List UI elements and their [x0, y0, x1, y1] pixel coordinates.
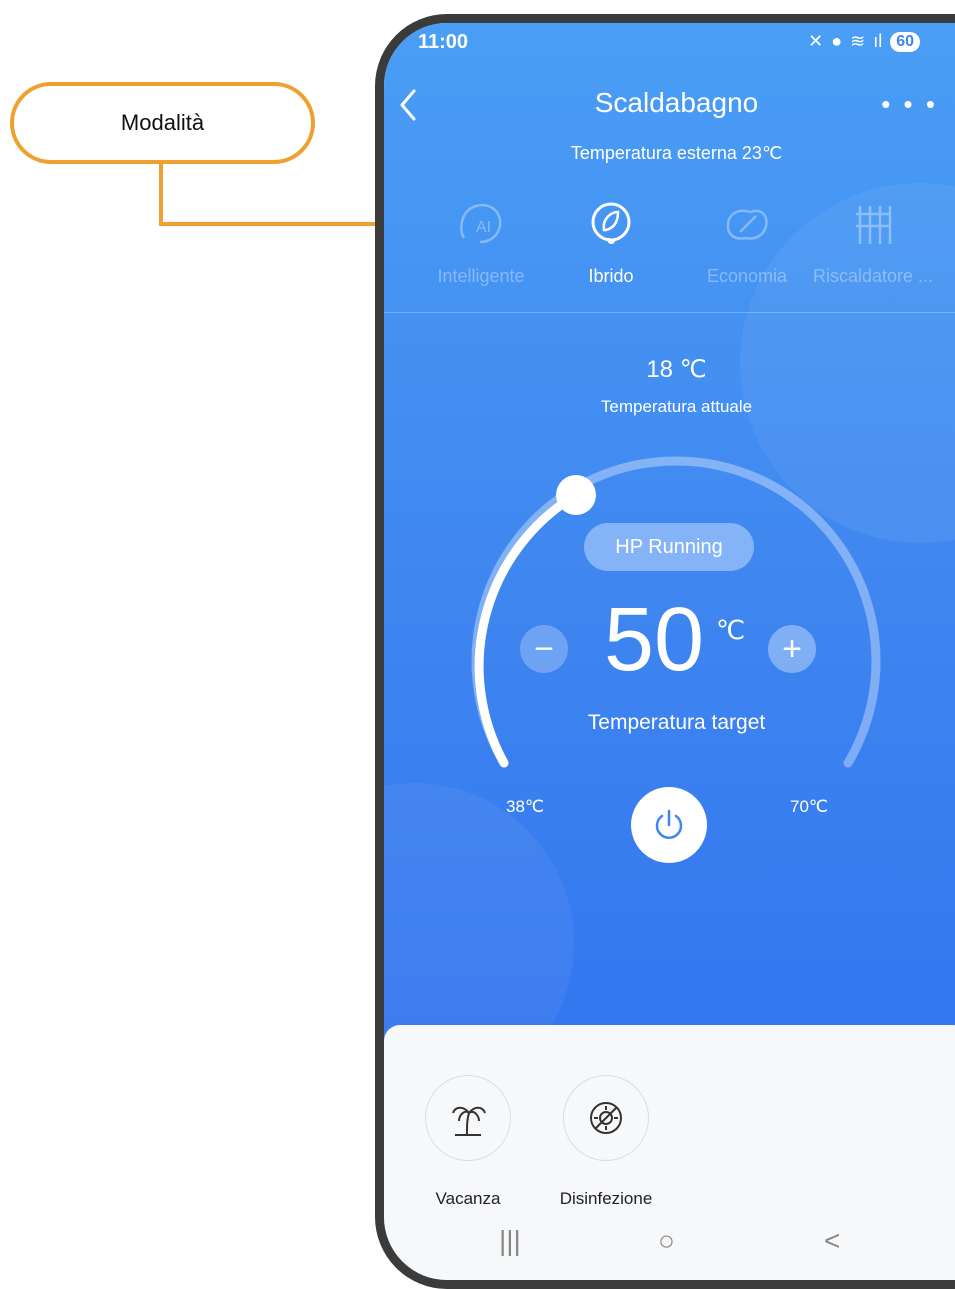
function-vacanza[interactable]: Vacanza: [408, 1075, 528, 1209]
callout-label: Modalità: [120, 110, 205, 135]
current-temperature-label: Temperatura attuale: [600, 397, 753, 416]
power-button[interactable]: [631, 787, 707, 863]
min-temp-label: 38℃: [506, 797, 545, 816]
max-temp-label: 70℃: [790, 797, 829, 816]
location-icon: ●: [831, 31, 843, 51]
palm-tree-icon: [425, 1075, 511, 1161]
heater-icon: [808, 198, 938, 252]
hybrid-leaf-icon: [546, 198, 676, 252]
mode-ibrido[interactable]: Ibrido: [546, 198, 676, 287]
function-disinfezione[interactable]: Disinfezione: [546, 1075, 666, 1209]
nav-back[interactable]: <: [824, 1225, 840, 1257]
increase-temp-button[interactable]: +: [768, 625, 816, 673]
divider: [384, 312, 955, 313]
dial-handle: [556, 475, 596, 515]
status-icons: ✕ ● ≋ ıl 60: [808, 31, 920, 52]
disinfection-icon: [563, 1075, 649, 1161]
callout-connector-vertical: [159, 164, 163, 226]
status-time: 11:00: [418, 31, 469, 53]
eco-leaf-icon: [682, 198, 812, 252]
function-label: Vacanza: [435, 1189, 501, 1208]
power-icon: [655, 809, 683, 839]
current-temperature: 18 ℃: [646, 356, 707, 383]
mode-selector: AI Intelligente Ibrido Economia Riscalda…: [424, 198, 955, 298]
nav-home[interactable]: ○: [658, 1225, 675, 1257]
mode-label: Ibrido: [588, 266, 634, 286]
outside-temperature: Temperatura esterna 23℃: [570, 143, 783, 163]
status-badge: HP Running: [584, 523, 754, 571]
target-temperature-unit: ℃: [716, 615, 746, 645]
nav-recent-apps[interactable]: |||: [499, 1225, 521, 1257]
ai-icon: AI: [416, 198, 546, 252]
mode-label: Intelligente: [437, 266, 525, 286]
mode-intelligente[interactable]: AI Intelligente: [416, 198, 546, 287]
app-screen: 11:00 ✕ ● ≋ ıl 60 Scaldabagno • • • Temp…: [384, 23, 955, 1280]
function-label: Disinfezione: [559, 1189, 653, 1208]
mute-icon: ✕: [808, 31, 824, 51]
svg-text:AI: AI: [476, 219, 491, 236]
mode-label: Riscaldatore ...: [812, 266, 934, 286]
callout-modalita: Modalità: [10, 82, 315, 164]
target-temperature-label: Temperatura target: [587, 711, 766, 734]
mode-economia[interactable]: Economia: [682, 198, 812, 287]
phone-frame: 11:00 ✕ ● ≋ ıl 60 Scaldabagno • • • Temp…: [375, 14, 955, 1289]
functions-sheet: Vacanza Disinfezione ||| ○ <: [384, 1025, 955, 1280]
page-title: Scaldabagno: [594, 87, 759, 118]
more-options-button[interactable]: • • •: [881, 89, 938, 120]
mode-label: Economia: [706, 266, 788, 286]
target-temperature: 50: [604, 590, 705, 690]
decrease-temp-button[interactable]: −: [520, 625, 568, 673]
wifi-icon: ≋: [850, 31, 866, 51]
mode-riscaldatore[interactable]: Riscaldatore ...: [808, 198, 938, 287]
battery-indicator: 60: [890, 31, 920, 52]
signal-icon: ıl: [873, 31, 883, 51]
